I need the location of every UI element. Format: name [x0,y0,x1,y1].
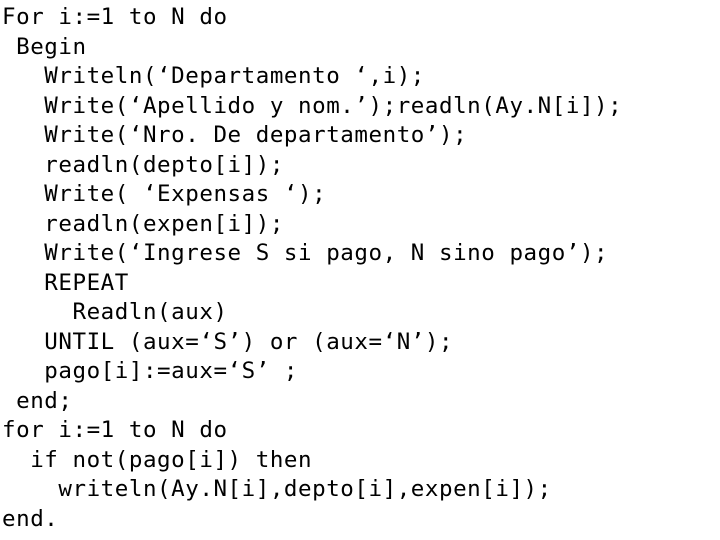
code-line: Write(‘Nro. De departamento’); [2,122,468,148]
code-line: pago[i]:=aux=‘S’ ; [2,358,299,384]
code-line: Begin [2,33,87,60]
code-line: Write(‘Ingrese S si pago, N sino pago’); [2,240,609,266]
pascal-code-listing: For i:=1 to N do Begin Writeln(‘Departam… [2,3,718,534]
code-line: Write( ‘Expensas ‘); [2,181,327,207]
code-line: UNTIL (aux=‘S’) or (aux=‘N’); [2,328,454,355]
code-line: REPEAT [2,269,129,296]
code-line: if not(pago[i]) then [2,446,313,473]
code-line: writeln(Ay.N[i],depto[i],expen[i]); [2,476,552,502]
code-line: end. [2,505,59,532]
code-line: Writeln(‘Departamento ‘,i); [2,63,425,89]
slide-canvas: For i:=1 to N do Begin Writeln(‘Departam… [0,0,720,540]
code-line: For i:=1 to N do [2,4,228,30]
code-line: for i:=1 to N do [2,417,228,443]
code-line: Write(‘Apellido y nom.’);readln(Ay.N[i])… [2,92,623,119]
code-line: end; [2,387,73,414]
code-line: readln(expen[i]); [2,210,284,237]
code-line: Readln(aux) [2,299,228,325]
code-line: readln(depto[i]); [2,151,284,178]
